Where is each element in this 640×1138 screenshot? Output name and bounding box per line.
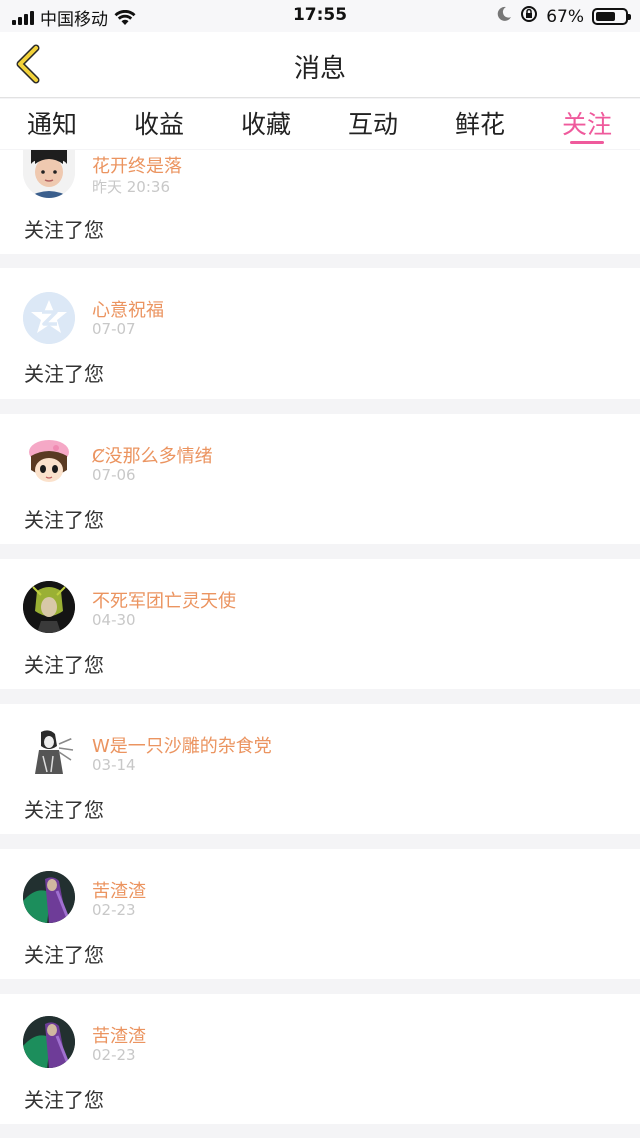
username[interactable]: 苦渣渣 (92, 1022, 146, 1048)
navigation-bar: 消息 (0, 32, 640, 98)
battery-percent: 67% (546, 6, 584, 27)
list-item[interactable]: 不死军团亡灵天使 04-30 关注了您 (0, 559, 640, 689)
message-tabs: 通知 收益 收藏 互动 鲜花 关注 (0, 99, 640, 149)
avatar[interactable] (23, 1016, 75, 1068)
action-text: 关注了您 (24, 362, 104, 386)
battery-icon (592, 8, 631, 25)
avatar[interactable] (23, 150, 75, 198)
tab-interactions[interactable]: 互动 (333, 105, 413, 141)
list-item[interactable]: Ȼ没那么多情绪 07-06 关注了您 (0, 414, 640, 544)
timestamp: 04-30 (92, 611, 136, 629)
timestamp: 07-07 (92, 320, 136, 338)
avatar[interactable] (23, 292, 75, 344)
action-text: 关注了您 (24, 653, 104, 677)
tab-notifications[interactable]: 通知 (12, 105, 92, 141)
avatar[interactable] (23, 871, 75, 923)
list-item[interactable]: W是一只沙雕的杂食党 03-14 关注了您 (0, 704, 640, 834)
list-item[interactable]: 苦渣渣 02-23 关注了您 (0, 994, 640, 1124)
page-title: 消息 (293, 54, 346, 84)
action-text: 关注了您 (24, 218, 104, 242)
status-bar: 中国移动 17:55 67% (0, 0, 640, 32)
list-item[interactable]: 心意祝福 07-07 关注了您 (0, 268, 640, 399)
moon-icon (496, 6, 512, 27)
avatar[interactable] (23, 726, 75, 778)
list-item[interactable]: 苦渣渣 02-23 关注了您 (0, 849, 640, 979)
avatar[interactable] (23, 581, 75, 633)
tab-favorites[interactable]: 收藏 (226, 105, 306, 141)
username[interactable]: 苦渣渣 (92, 877, 146, 903)
avatar[interactable] (23, 436, 75, 488)
timestamp: 03-14 (92, 756, 136, 774)
action-text: 关注了您 (24, 508, 104, 532)
timestamp: 07-06 (92, 466, 136, 484)
tab-following[interactable]: 关注 (547, 105, 627, 141)
username[interactable]: 不死军团亡灵天使 (92, 587, 236, 613)
action-text: 关注了您 (24, 1088, 104, 1112)
timestamp: 02-23 (92, 901, 136, 919)
action-text: 关注了您 (24, 943, 104, 967)
tab-earnings[interactable]: 收益 (119, 105, 199, 141)
username[interactable]: Ȼ没那么多情绪 (92, 442, 213, 468)
orientation-lock-icon (520, 5, 538, 28)
action-text: 关注了您 (24, 798, 104, 822)
tab-flowers[interactable]: 鲜花 (440, 105, 520, 141)
username[interactable]: 花开终是落 (92, 152, 182, 178)
username[interactable]: 心意祝福 (92, 296, 164, 322)
timestamp: 昨天 20:36 (92, 178, 170, 196)
list-item[interactable]: 花开终是落 昨天 20:36 关注了您 (0, 150, 640, 254)
active-tab-indicator (570, 141, 604, 144)
timestamp: 02-23 (92, 1046, 136, 1064)
username[interactable]: W是一只沙雕的杂食党 (92, 732, 272, 758)
